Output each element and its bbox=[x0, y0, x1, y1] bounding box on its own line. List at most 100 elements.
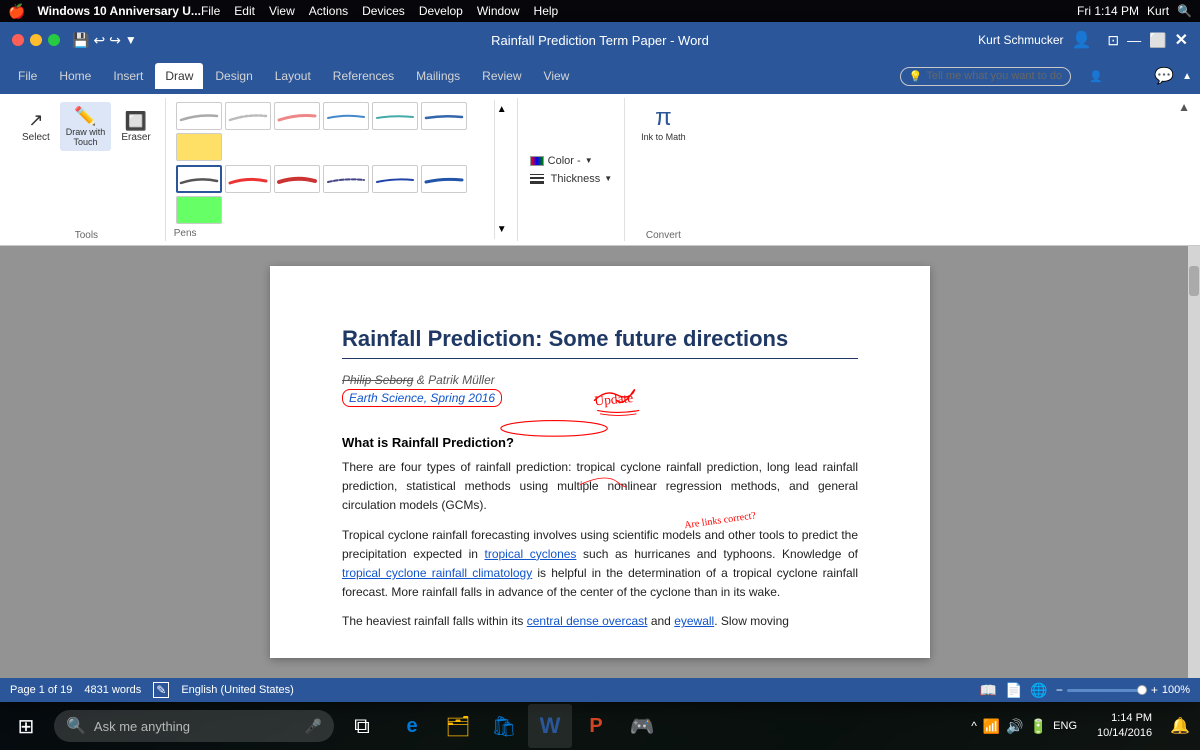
taskbar-store[interactable]: 🛍 bbox=[482, 704, 526, 748]
vertical-scrollbar[interactable] bbox=[1188, 246, 1200, 678]
share-button[interactable]: 👤 Share bbox=[1079, 66, 1146, 87]
mac-menu-devices[interactable]: Devices bbox=[362, 4, 405, 18]
pen-swatch-14[interactable] bbox=[176, 196, 222, 224]
pen-swatch-8[interactable] bbox=[176, 165, 222, 193]
link-tropical-cyclones[interactable]: tropical cyclones bbox=[484, 547, 576, 561]
zoom-slider[interactable] bbox=[1067, 689, 1147, 692]
maximize-button[interactable] bbox=[48, 34, 60, 46]
mac-menu-edit[interactable]: Edit bbox=[234, 4, 255, 18]
tab-references[interactable]: References bbox=[323, 63, 404, 89]
mac-menubar: 🍎 Windows 10 Anniversary U... File Edit … bbox=[0, 0, 1200, 22]
zoom-control[interactable]: − + 100% bbox=[1056, 683, 1190, 697]
mac-menu-actions[interactable]: Actions bbox=[309, 4, 348, 18]
ink-to-math-label: Ink to Math bbox=[641, 132, 686, 142]
pen-swatch-1[interactable] bbox=[176, 102, 222, 130]
language-info[interactable]: English (United States) bbox=[181, 684, 294, 696]
taskbar-powerpoint[interactable]: P bbox=[574, 704, 618, 748]
battery-icon[interactable]: 🔋 bbox=[1030, 718, 1047, 735]
tab-layout[interactable]: Layout bbox=[265, 63, 321, 89]
tab-insert[interactable]: Insert bbox=[103, 63, 153, 89]
color-button[interactable]: Color - ▼ bbox=[524, 152, 618, 170]
pen-overflow-button[interactable]: ▲ ▼ bbox=[494, 100, 509, 239]
undo-icon[interactable]: ↩ bbox=[93, 32, 105, 49]
ink-to-math-button[interactable]: π Ink to Math bbox=[635, 98, 692, 148]
comment-icon[interactable]: 💬 bbox=[1154, 66, 1174, 86]
author1: Philip Seborg bbox=[342, 373, 413, 387]
thickness-button[interactable]: Thickness ▼ bbox=[524, 170, 618, 188]
zoom-out-icon[interactable]: − bbox=[1056, 683, 1063, 697]
tab-design[interactable]: Design bbox=[205, 63, 262, 89]
tab-file[interactable]: File bbox=[8, 63, 47, 89]
notification-button[interactable]: 🔔 bbox=[1164, 716, 1196, 736]
tab-view[interactable]: View bbox=[534, 63, 580, 89]
window-minimize-btn[interactable]: — bbox=[1127, 32, 1141, 48]
network-icon[interactable]: 📶 bbox=[983, 718, 1000, 735]
draw-touch-button[interactable]: ✏️ Draw withTouch bbox=[60, 102, 112, 151]
share-icon: 👤 bbox=[1089, 70, 1103, 83]
tab-mailings[interactable]: Mailings bbox=[406, 63, 470, 89]
link-rainfall-climatology[interactable]: tropical cyclone rainfall climatology bbox=[342, 566, 532, 580]
pen-swatch-9[interactable] bbox=[225, 165, 271, 193]
pen-swatch-4[interactable] bbox=[323, 102, 369, 130]
tray-arrow-icon[interactable]: ^ bbox=[971, 719, 977, 733]
pen-swatch-7[interactable] bbox=[176, 133, 222, 161]
web-layout-icon[interactable]: 🌐 bbox=[1030, 682, 1047, 699]
taskbar-game[interactable]: 🎮 bbox=[620, 704, 664, 748]
pen-swatch-10[interactable] bbox=[274, 165, 320, 193]
convert-group: π Ink to Math Convert bbox=[625, 98, 702, 241]
tools-buttons: ↗ Select ✏️ Draw withTouch 🔲 Eraser bbox=[16, 98, 157, 155]
start-button[interactable]: ⊞ bbox=[4, 704, 48, 748]
pen-swatch-2[interactable] bbox=[225, 102, 271, 130]
language-indicator[interactable]: ENG bbox=[1053, 720, 1077, 732]
mac-time: Fri 1:14 PM bbox=[1077, 4, 1139, 18]
pen-swatch-11[interactable] bbox=[323, 165, 369, 193]
mac-menu-file[interactable]: File bbox=[201, 4, 220, 18]
app-name[interactable]: Windows 10 Anniversary U... bbox=[37, 4, 201, 18]
pen-swatch-6[interactable] bbox=[421, 102, 467, 130]
taskbar-edge[interactable]: e bbox=[390, 704, 434, 748]
pen-swatch-12[interactable] bbox=[372, 165, 418, 193]
task-view-button[interactable]: ⧉ bbox=[340, 704, 384, 748]
window-maximize-btn[interactable]: ⬜ bbox=[1149, 32, 1166, 49]
microphone-icon[interactable]: 🎤 bbox=[305, 718, 322, 735]
apple-icon[interactable]: 🍎 bbox=[8, 3, 25, 20]
mac-menu-window[interactable]: Window bbox=[477, 4, 520, 18]
mac-menu-view[interactable]: View bbox=[269, 4, 295, 18]
mac-user: Kurt bbox=[1147, 4, 1169, 18]
scrollbar-thumb[interactable] bbox=[1189, 266, 1199, 296]
link-eyewall[interactable]: eyewall bbox=[674, 614, 714, 628]
minimize-button[interactable] bbox=[30, 34, 42, 46]
search-bar[interactable]: 🔍 Ask me anything 🎤 bbox=[54, 710, 334, 742]
print-layout-icon[interactable]: 📄 bbox=[1005, 682, 1022, 699]
ribbon-collapse-btn[interactable]: ▲ bbox=[1178, 100, 1190, 114]
pen-swatch-3[interactable] bbox=[274, 102, 320, 130]
window-close-btn[interactable]: ✕ bbox=[1175, 30, 1188, 50]
select-icon: ↗ bbox=[28, 110, 43, 131]
pen-swatch-13[interactable] bbox=[421, 165, 467, 193]
tab-review[interactable]: Review bbox=[472, 63, 531, 89]
mac-menu-develop[interactable]: Develop bbox=[419, 4, 463, 18]
tell-me-bar[interactable]: 💡 Tell me what you want to do bbox=[900, 67, 1071, 86]
mac-menu-help[interactable]: Help bbox=[534, 4, 559, 18]
track-changes-icon[interactable]: ✎ bbox=[153, 682, 169, 698]
redo-icon[interactable]: ↪ bbox=[109, 32, 121, 49]
ribbon-collapse[interactable]: ▲ bbox=[1182, 71, 1192, 82]
taskbar-word[interactable]: W bbox=[528, 704, 572, 748]
volume-icon[interactable]: 🔊 bbox=[1006, 718, 1023, 735]
select-button[interactable]: ↗ Select bbox=[16, 106, 56, 147]
zoom-in-icon[interactable]: + bbox=[1151, 683, 1158, 697]
pen-swatch-5[interactable] bbox=[372, 102, 418, 130]
tab-draw[interactable]: Draw bbox=[155, 63, 203, 89]
user-icon: 👤 bbox=[1072, 30, 1092, 50]
search-icon[interactable]: 🔍 bbox=[1177, 4, 1192, 18]
close-button[interactable] bbox=[12, 34, 24, 46]
tab-home[interactable]: Home bbox=[49, 63, 101, 89]
word-window: 💾 ↩ ↪ ▼ Rainfall Prediction Term Paper -… bbox=[0, 22, 1200, 702]
link-central-dense[interactable]: central dense overcast bbox=[527, 614, 648, 628]
quick-save-icon[interactable]: 💾 bbox=[72, 32, 89, 49]
read-mode-icon[interactable]: 📖 bbox=[980, 682, 997, 699]
customize-icon[interactable]: ▼ bbox=[125, 33, 137, 47]
taskbar-explorer[interactable]: 🗂 bbox=[436, 704, 480, 748]
eraser-button[interactable]: 🔲 Eraser bbox=[115, 107, 156, 147]
window-zoom-icon[interactable]: ⊡ bbox=[1107, 32, 1119, 49]
